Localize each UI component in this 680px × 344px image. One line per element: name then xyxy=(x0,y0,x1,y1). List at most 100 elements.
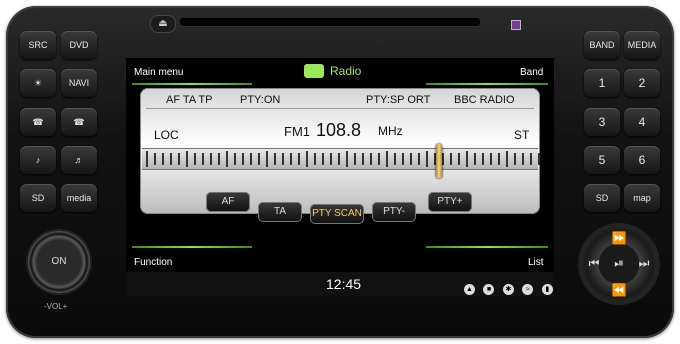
pty-type: PTY:SP ORT xyxy=(366,94,431,106)
preset-5-button[interactable]: 5 xyxy=(584,146,620,174)
scale-tick xyxy=(530,153,532,165)
media-control-pad[interactable]: ⏩ ⏪ ⏮ ⏭ ⏯ xyxy=(580,225,658,303)
tuner-needle[interactable] xyxy=(436,144,442,178)
function-softkey[interactable]: Function xyxy=(134,257,172,268)
scale-tick xyxy=(322,153,324,165)
scale-tick xyxy=(218,153,220,165)
tuner-panel: AF TA TP PTY:ON PTY:SP ORT BBC RADIO LOC… xyxy=(140,88,540,214)
tuner-scale[interactable] xyxy=(142,148,540,170)
previous-track-icon[interactable]: ⏮ xyxy=(584,256,604,271)
preset-1-button[interactable]: 1 xyxy=(584,69,620,97)
bluetooth-icon: ✱ xyxy=(502,284,514,295)
dvd-button[interactable]: DVD xyxy=(61,31,97,59)
src-button[interactable]: SRC xyxy=(20,31,56,59)
loc-label: LOC xyxy=(154,128,179,142)
scale-tick xyxy=(154,153,156,165)
scale-tick xyxy=(498,153,500,165)
screen: Main menu Radio Band AF TA TP PTY:ON PTY… xyxy=(126,58,554,296)
band-button[interactable]: BAND xyxy=(584,31,620,59)
list-softkey[interactable]: List xyxy=(528,257,544,268)
pty-minus-button[interactable]: PTY- xyxy=(372,202,416,222)
scale-tick xyxy=(466,151,468,167)
rewind-icon[interactable]: ⏪ xyxy=(609,283,629,297)
scale-tick xyxy=(258,153,260,165)
scale-tick xyxy=(186,151,188,167)
media-button-right[interactable]: MEDIA xyxy=(624,31,660,59)
status-icons: ▲ ■ ✱ ≈ ▮ xyxy=(460,278,553,296)
scale-tick xyxy=(314,153,316,165)
scale-tick xyxy=(458,153,460,165)
pty-scan-button[interactable]: PTY SCAN xyxy=(310,204,364,224)
scale-tick xyxy=(146,151,148,167)
sd-button[interactable]: SD xyxy=(20,184,56,212)
fast-forward-icon[interactable]: ⏩ xyxy=(609,231,629,245)
scale-tick xyxy=(394,153,396,165)
scale-tick xyxy=(298,153,300,165)
sd-button-right[interactable]: SD xyxy=(584,184,620,212)
media-icon: ■ xyxy=(483,284,495,295)
scale-tick xyxy=(282,153,284,165)
scale-tick xyxy=(250,153,252,165)
navi-button[interactable]: NAVI xyxy=(61,69,97,97)
scale-tick xyxy=(242,153,244,165)
play-pause-icon[interactable]: ⏯ xyxy=(609,256,629,271)
top-left-accent-line xyxy=(132,83,252,85)
radio-icon xyxy=(304,64,324,78)
media-button-left[interactable]: media xyxy=(61,184,97,212)
af-button[interactable]: AF xyxy=(206,192,250,212)
ta-button[interactable]: TA xyxy=(258,202,302,222)
scale-tick xyxy=(290,153,292,165)
scale-tick xyxy=(514,153,516,165)
scale-tick xyxy=(474,153,476,165)
map-button[interactable]: map xyxy=(624,184,660,212)
scale-tick xyxy=(482,153,484,165)
status-bar: 12:45 ▲ ■ ✱ ≈ ▮ xyxy=(126,272,554,296)
frequency-value: 108.8 xyxy=(316,120,362,140)
indicator-light xyxy=(511,20,521,30)
navigation-icon: ▲ xyxy=(464,284,475,295)
panel-divider xyxy=(146,108,534,109)
wifi-icon: ≈ xyxy=(522,284,534,295)
preset-3-button[interactable]: 3 xyxy=(584,108,620,136)
eject-icon[interactable]: ⏏ xyxy=(150,15,176,33)
scale-tick xyxy=(274,153,276,165)
preset-6-button[interactable]: 6 xyxy=(624,146,660,174)
hangup-icon[interactable]: ☎ xyxy=(61,108,97,136)
scale-tick xyxy=(162,153,164,165)
eq-icon[interactable]: ♪ xyxy=(20,146,56,174)
next-track-icon[interactable]: ⏭ xyxy=(634,256,654,271)
on-label: ON xyxy=(51,256,67,267)
scale-tick xyxy=(170,153,172,165)
scale-tick xyxy=(450,153,452,165)
stereo-label: ST xyxy=(514,128,530,142)
top-right-accent-line xyxy=(426,83,548,85)
bottom-left-accent-line xyxy=(132,246,252,248)
mute-icon[interactable]: ♬ xyxy=(61,146,97,174)
scale-tick xyxy=(266,151,268,167)
band-softkey[interactable]: Band xyxy=(520,67,543,78)
brightness-icon[interactable]: ☀ xyxy=(20,69,56,97)
volume-label: -VOL+ xyxy=(44,302,68,311)
pty-plus-button[interactable]: PTY+ xyxy=(428,192,472,212)
scale-tick xyxy=(234,153,236,165)
station-name: BBC RADIO xyxy=(454,94,515,106)
scale-tick xyxy=(226,151,228,167)
scale-tick xyxy=(362,153,364,165)
scale-tick xyxy=(210,153,212,165)
scale-tick xyxy=(506,151,508,167)
scale-tick xyxy=(306,151,308,167)
main-menu-button[interactable]: Main menu xyxy=(134,67,183,78)
preset-2-button[interactable]: 2 xyxy=(624,69,660,97)
page-title: Radio xyxy=(330,64,362,78)
frequency-unit: MHz xyxy=(378,124,403,138)
scale-tick xyxy=(354,153,356,165)
volume-knob[interactable]: ON xyxy=(28,231,90,293)
scale-tick xyxy=(538,153,540,165)
preset-4-button[interactable]: 4 xyxy=(624,108,660,136)
pty-status: PTY:ON xyxy=(240,94,281,106)
scale-tick xyxy=(402,153,404,165)
scale-tick xyxy=(346,151,348,167)
call-icon[interactable]: ☎ xyxy=(20,108,56,136)
band-label: FM1 xyxy=(284,124,310,139)
scale-tick xyxy=(202,153,204,165)
